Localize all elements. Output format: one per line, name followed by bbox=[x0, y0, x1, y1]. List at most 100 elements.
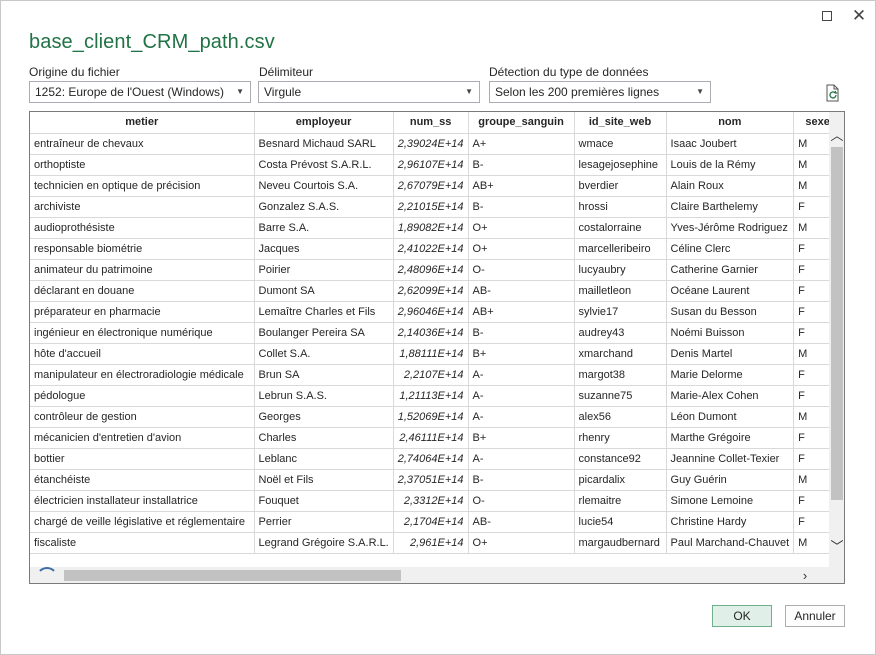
table-cell-metier: fiscaliste bbox=[30, 532, 255, 554]
table-cell-num-ss: 1,52069E+14 bbox=[393, 406, 469, 428]
refresh-document-icon bbox=[826, 84, 839, 102]
table-cell-employeur: Barre S.A. bbox=[254, 217, 394, 239]
scroll-right-icon[interactable]: › bbox=[797, 567, 813, 583]
table-cell-employeur: Neveu Courtois S.A. bbox=[254, 175, 394, 197]
column-header-employeur[interactable]: employeur bbox=[254, 112, 394, 134]
table-row: mécanicien d'entretien d'avion Charles 2,4… bbox=[30, 427, 843, 449]
cancel-button[interactable]: Annuler bbox=[785, 605, 845, 627]
table-row: déclarant en douane Dumont SA 2,62099E+14 A… bbox=[30, 280, 843, 302]
horizontal-scrollbar[interactable]: › bbox=[30, 567, 829, 583]
table-cell-metier: bottier bbox=[30, 448, 255, 470]
table-cell-metier: ingénieur en électronique numérique bbox=[30, 322, 255, 344]
table-cell-metier: entraîneur de chevaux bbox=[30, 133, 255, 155]
table-row: étanchéiste Noël et Fils 2,37051E+14 B-pica… bbox=[30, 469, 843, 491]
detection-label: Détection du type de données bbox=[489, 65, 649, 79]
table-cell-nom: Alain Roux bbox=[666, 175, 795, 197]
ok-button[interactable]: OK bbox=[712, 605, 772, 627]
table-cell-employeur: Lemaître Charles et Fils bbox=[254, 301, 394, 323]
table-cell-employeur: Leblanc bbox=[254, 448, 394, 470]
table-cell-metier: hôte d'accueil bbox=[30, 343, 255, 365]
scroll-left-icon[interactable] bbox=[36, 567, 58, 583]
table-cell-id-site-web: costalorraine bbox=[574, 217, 667, 239]
column-header-id-site-web[interactable]: id_site_web bbox=[574, 112, 667, 134]
scroll-corner bbox=[829, 567, 844, 583]
table-cell-num-ss: 2,39024E+14 bbox=[393, 133, 469, 155]
table-cell-id-site-web: margaudbernard bbox=[574, 532, 667, 554]
table-cell-num-ss: 2,2107E+14 bbox=[393, 364, 469, 386]
preview-table: metier employeur num_ss groupe_sanguin id_si… bbox=[30, 112, 843, 554]
table-cell-groupe-sanguin: A+ bbox=[468, 133, 575, 155]
table-cell-nom: Marie-Alex Cohen bbox=[666, 385, 795, 407]
vertical-scrollbar[interactable]: ︿ ﹀ bbox=[829, 112, 844, 567]
table-cell-num-ss: 2,3312E+14 bbox=[393, 490, 469, 512]
table-row: bottier Leblanc 2,74064E+14 A-constance92 Je… bbox=[30, 448, 843, 470]
table-cell-nom: Denis Martel bbox=[666, 343, 795, 365]
column-header-num-ss[interactable]: num_ss bbox=[393, 112, 469, 134]
close-icon: ✕ bbox=[851, 6, 867, 25]
table-cell-metier: électricien installateur installatrice bbox=[30, 490, 255, 512]
table-cell-nom: Marthe Grégoire bbox=[666, 427, 795, 449]
table-cell-groupe-sanguin: B+ bbox=[468, 427, 575, 449]
table-cell-num-ss: 2,14036E+14 bbox=[393, 322, 469, 344]
table-cell-num-ss: 2,961E+14 bbox=[393, 532, 469, 554]
table-cell-num-ss: 2,21015E+14 bbox=[393, 196, 469, 218]
table-cell-groupe-sanguin: A- bbox=[468, 448, 575, 470]
table-cell-nom: Susan du Besson bbox=[666, 301, 795, 323]
horizontal-scroll-thumb[interactable] bbox=[64, 570, 401, 581]
table-row: hôte d'accueil Collet S.A. 1,88111E+14 B+ xm… bbox=[30, 343, 843, 365]
table-cell-nom: Simone Lemoine bbox=[666, 490, 795, 512]
table-cell-groupe-sanguin: B- bbox=[468, 154, 575, 176]
origin-select[interactable]: 1252: Europe de l'Ouest (Windows) ▼ bbox=[29, 81, 251, 103]
maximize-button[interactable] bbox=[814, 5, 840, 27]
table-cell-groupe-sanguin: AB+ bbox=[468, 175, 575, 197]
refresh-button[interactable] bbox=[823, 83, 843, 103]
table-cell-metier: responsable biométrie bbox=[30, 238, 255, 260]
close-button[interactable]: ✕ bbox=[846, 5, 872, 27]
table-cell-id-site-web: rlemaitre bbox=[574, 490, 667, 512]
table-cell-employeur: Besnard Michaud SARL bbox=[254, 133, 394, 155]
detection-select[interactable]: Selon les 200 premières lignes ▼ bbox=[489, 81, 711, 103]
table-cell-nom: Paul Marchand-Chauvet bbox=[666, 532, 795, 554]
table-cell-groupe-sanguin: B- bbox=[468, 322, 575, 344]
table-cell-num-ss: 2,96046E+14 bbox=[393, 301, 469, 323]
table-cell-id-site-web: sylvie17 bbox=[574, 301, 667, 323]
table-cell-nom: Céline Clerc bbox=[666, 238, 795, 260]
table-row: orthoptiste Costa Prévost S.A.R.L. 2,96107… bbox=[30, 154, 843, 176]
chevron-down-icon: ▼ bbox=[696, 87, 704, 96]
table-cell-employeur: Georges bbox=[254, 406, 394, 428]
header-row: metier employeur num_ss groupe_sanguin id_si… bbox=[30, 112, 843, 134]
table-cell-metier: déclarant en douane bbox=[30, 280, 255, 302]
table-cell-nom: Léon Dumont bbox=[666, 406, 795, 428]
scroll-down-icon[interactable]: ﹀ bbox=[829, 537, 844, 554]
table-cell-num-ss: 2,41022E+14 bbox=[393, 238, 469, 260]
table-cell-nom: Yves-Jérôme Rodriguez bbox=[666, 217, 795, 239]
column-header-metier[interactable]: metier bbox=[30, 112, 255, 134]
column-header-nom[interactable]: nom bbox=[666, 112, 795, 134]
table-cell-groupe-sanguin: O+ bbox=[468, 217, 575, 239]
table-cell-groupe-sanguin: B+ bbox=[468, 343, 575, 365]
table-cell-employeur: Perrier bbox=[254, 511, 394, 533]
table-row: manipulateur en électroradiologie médica… bbox=[30, 364, 843, 386]
table-cell-id-site-web: bverdier bbox=[574, 175, 667, 197]
table-row: fiscaliste Legrand Grégoire S.A.R.L. 2,961… bbox=[30, 532, 843, 554]
table-cell-num-ss: 2,46111E+14 bbox=[393, 427, 469, 449]
table-cell-groupe-sanguin: B- bbox=[468, 469, 575, 491]
table-cell-metier: étanchéiste bbox=[30, 469, 255, 491]
table-cell-num-ss: 1,88111E+14 bbox=[393, 343, 469, 365]
table-cell-metier: archiviste bbox=[30, 196, 255, 218]
delimiter-select[interactable]: Virgule ▼ bbox=[258, 81, 480, 103]
table-cell-num-ss: 2,37051E+14 bbox=[393, 469, 469, 491]
table-cell-employeur: Dumont SA bbox=[254, 280, 394, 302]
detection-select-value: Selon les 200 premières lignes bbox=[495, 85, 660, 99]
table-cell-id-site-web: mailletleon bbox=[574, 280, 667, 302]
table-cell-nom: Claire Barthelemy bbox=[666, 196, 795, 218]
table-cell-groupe-sanguin: AB- bbox=[468, 511, 575, 533]
vertical-scroll-thumb[interactable] bbox=[831, 147, 843, 500]
table-row: responsable biométrie Jacques 2,41022E+14 O… bbox=[30, 238, 843, 260]
scroll-up-icon[interactable]: ︿ bbox=[829, 126, 844, 143]
table-cell-num-ss: 2,1704E+14 bbox=[393, 511, 469, 533]
column-header-groupe-sanguin[interactable]: groupe_sanguin bbox=[468, 112, 575, 134]
table-cell-num-ss: 2,67079E+14 bbox=[393, 175, 469, 197]
dialog-title: base_client_CRM_path.csv bbox=[29, 31, 275, 53]
table-row: entraîneur de chevaux Besnard Michaud SAR… bbox=[30, 133, 843, 155]
